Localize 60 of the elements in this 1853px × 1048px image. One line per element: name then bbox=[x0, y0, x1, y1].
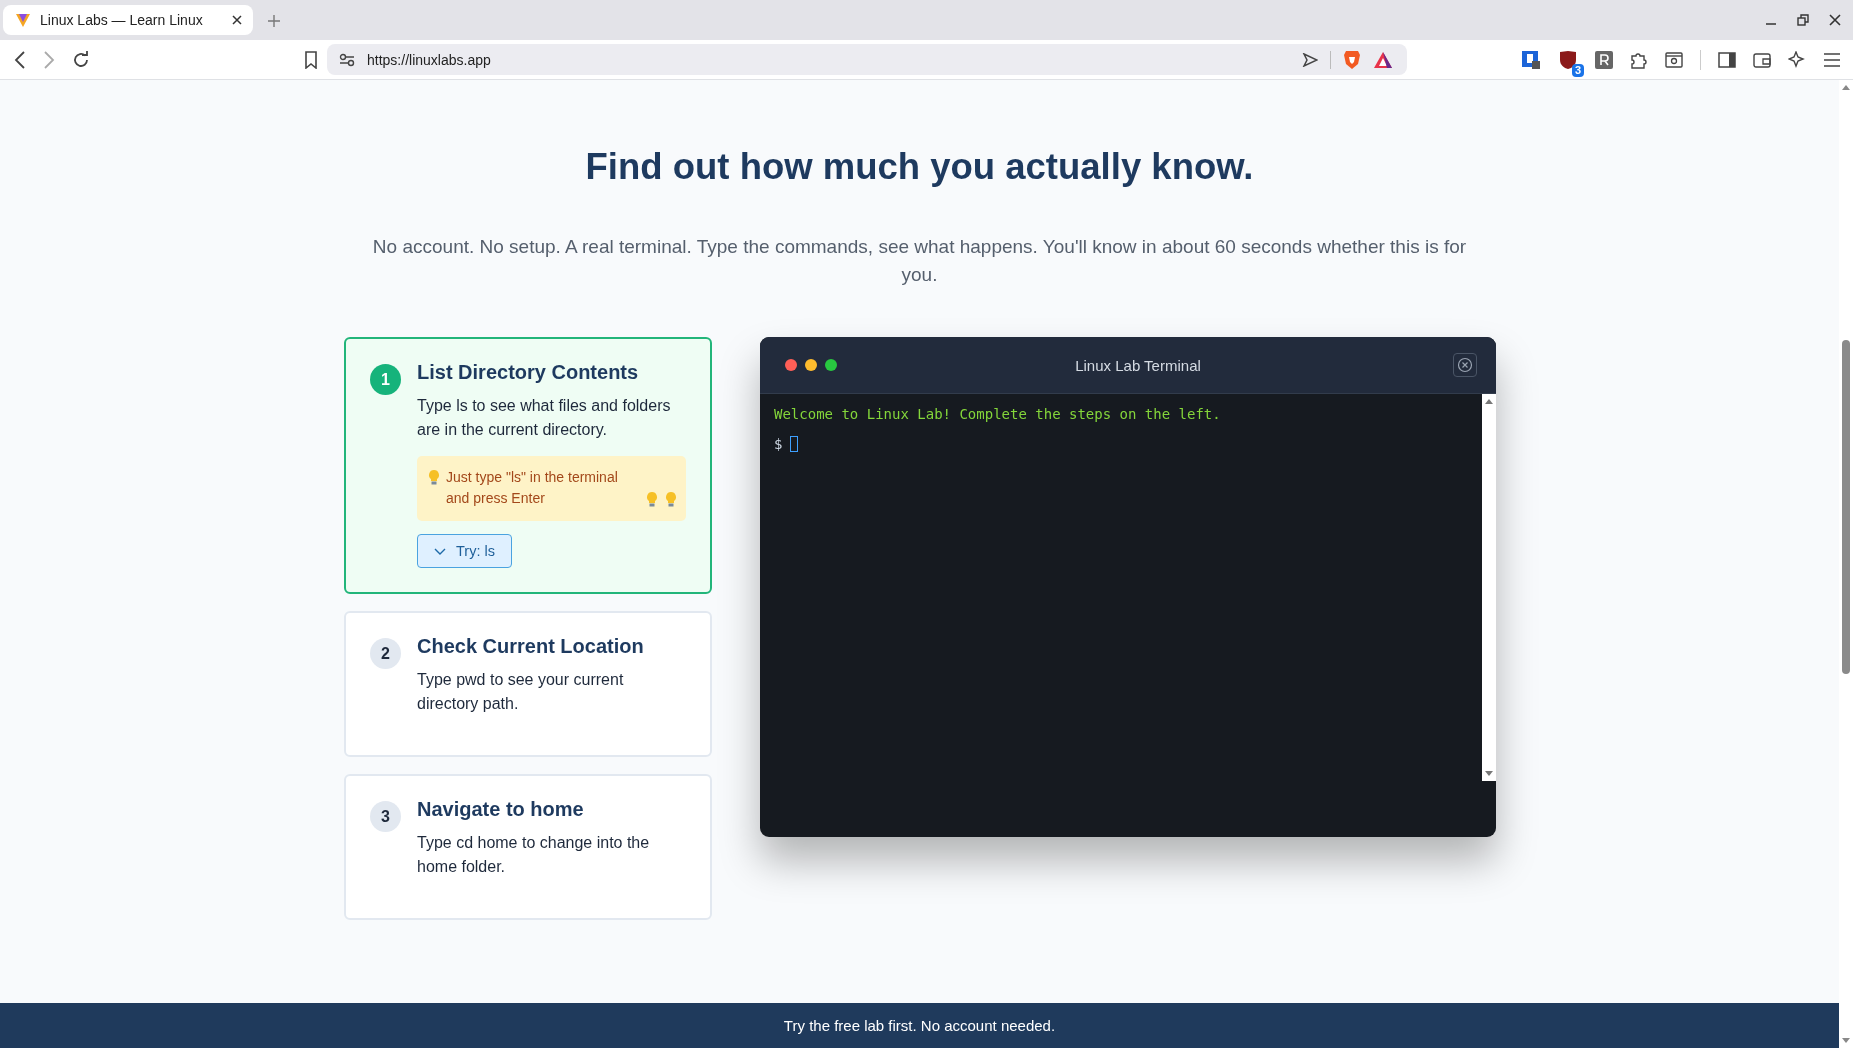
restore-icon[interactable] bbox=[1797, 14, 1809, 26]
step-number: 1 bbox=[370, 364, 401, 395]
reload-icon[interactable] bbox=[72, 50, 90, 69]
prompt-symbol: $ bbox=[774, 436, 783, 452]
step-title: Check Current Location bbox=[417, 635, 644, 658]
scroll-down-icon[interactable] bbox=[1485, 771, 1493, 777]
terminal-line: Welcome to Linux Lab! Complete the steps on the left. bbox=[774, 405, 1222, 424]
scroll-thumb[interactable] bbox=[1842, 340, 1850, 674]
url-text: https://linuxlabs.app bbox=[367, 51, 491, 68]
sparkle-icon[interactable] bbox=[1788, 50, 1806, 69]
try-button[interactable]: Try: ls bbox=[417, 534, 512, 568]
bookmark-icon[interactable] bbox=[304, 50, 318, 69]
step-number: 3 bbox=[370, 801, 401, 832]
close-tab-icon[interactable] bbox=[231, 14, 243, 26]
step-card[interactable]: 2 Check Current Location Type pwd to see your current directory path. bbox=[344, 611, 712, 757]
scrollbar[interactable] bbox=[1482, 394, 1496, 781]
window-search-icon[interactable] bbox=[1665, 51, 1683, 68]
lightbulb-icon bbox=[664, 491, 678, 507]
step-description: Type cd home to change into the home folder. bbox=[417, 833, 651, 877]
footer-banner: Try the free lab first. No account needed. bbox=[0, 1003, 1839, 1048]
site-settings-icon[interactable] bbox=[339, 52, 355, 67]
close-button[interactable] bbox=[1453, 353, 1477, 377]
step-card[interactable]: 1 List Directory Contents Type ls to see what files and folders are in the current directory. Just type "ls" in the terminal and press Enter Try: ls bbox=[344, 337, 712, 594]
r-square-icon[interactable] bbox=[1595, 50, 1613, 69]
scroll-down-icon[interactable] bbox=[1842, 1038, 1850, 1044]
lock-card-icon[interactable] bbox=[1521, 49, 1541, 70]
page-scrollbar[interactable] bbox=[1839, 80, 1853, 1048]
step-description: Type pwd to see your current directory path. bbox=[417, 670, 625, 714]
puzzle-icon[interactable] bbox=[1630, 50, 1648, 69]
close-icon bbox=[1457, 357, 1473, 373]
step-card[interactable]: 3 Navigate to home Type cd home to change into the home folder. bbox=[344, 774, 712, 920]
back-icon[interactable] bbox=[14, 50, 26, 69]
step-description: Type ls to see what files and folders are in the current directory. bbox=[417, 396, 672, 440]
terminal-title: Linux Lab Terminal bbox=[1074, 356, 1202, 374]
v-logo-icon bbox=[15, 12, 31, 28]
send-icon[interactable] bbox=[1302, 52, 1318, 67]
page-subtitle: No account. No setup. A real terminal. Type the commands, see what happens. You'll know in about 60 seconds whether this is for you. bbox=[371, 235, 1468, 287]
step-title: List Directory Contents bbox=[417, 361, 639, 384]
count-badge: 3 bbox=[1571, 63, 1584, 77]
browser-tab[interactable]: Linux Labs — Learn Linux bbox=[3, 5, 253, 35]
wallet-icon[interactable] bbox=[1753, 51, 1771, 68]
address-bar[interactable]: https://linuxlabs.app bbox=[327, 44, 1407, 75]
lightbulb-icon bbox=[427, 469, 441, 485]
chevron-down-icon bbox=[434, 547, 446, 555]
sidebar-icon[interactable] bbox=[1718, 51, 1736, 68]
text-cursor bbox=[790, 436, 799, 452]
close-dot[interactable] bbox=[785, 359, 797, 371]
step-number: 2 bbox=[370, 638, 401, 669]
lion-shield-icon[interactable] bbox=[1343, 49, 1361, 70]
page-heading: Find out how much you actually know. bbox=[585, 146, 1254, 188]
scroll-up-icon[interactable] bbox=[1485, 398, 1493, 404]
hint-text: Just type "ls" in the terminal and press Enter bbox=[446, 468, 619, 508]
lightbulb-icon bbox=[645, 491, 659, 507]
step-title: Navigate to home bbox=[417, 798, 584, 821]
close-icon[interactable] bbox=[1829, 14, 1841, 26]
triangle-icon[interactable] bbox=[1373, 50, 1393, 69]
minimize-dot[interactable] bbox=[805, 359, 817, 371]
menu-icon[interactable] bbox=[1823, 52, 1841, 67]
scroll-up-icon[interactable] bbox=[1842, 84, 1850, 90]
maximize-dot[interactable] bbox=[825, 359, 837, 371]
